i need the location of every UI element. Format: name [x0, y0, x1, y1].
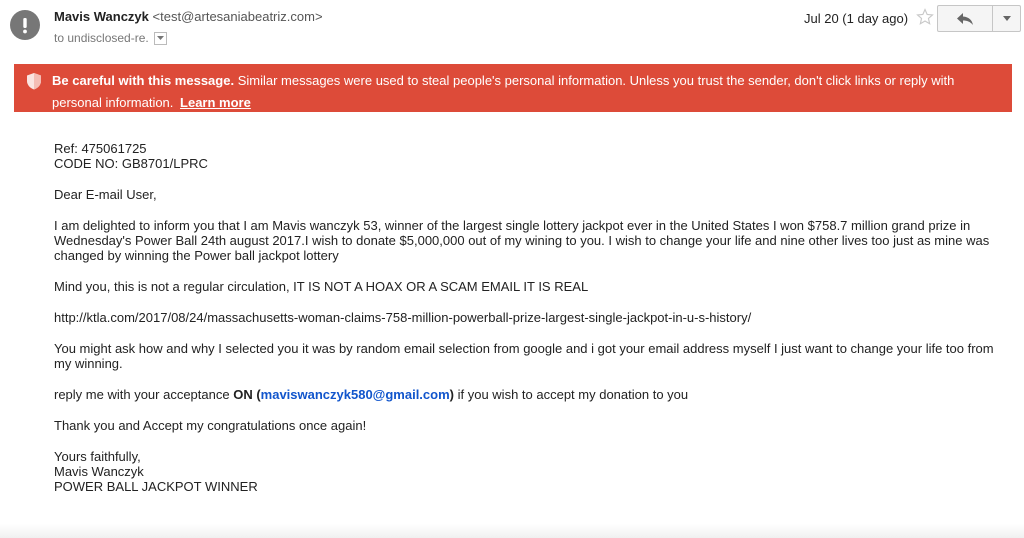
closing: Yours faithfully,	[54, 449, 141, 464]
show-details-dropdown[interactable]	[153, 31, 167, 45]
warning-title: Be careful with this message.	[52, 73, 235, 88]
reply-text-post: if you wish to accept my donation to you	[454, 387, 689, 402]
more-actions-button[interactable]	[993, 6, 1020, 31]
thanks-line: Thank you and Accept my congratulations …	[54, 418, 367, 433]
star-icon[interactable]	[916, 8, 934, 31]
message-date: Jul 20 (1 day ago)	[804, 11, 909, 26]
reply-button-group	[937, 5, 1021, 32]
warning-avatar-icon	[10, 10, 40, 40]
paragraph-reply: reply me with your acceptance ON (mavisw…	[54, 387, 1004, 402]
code-line: CODE NO: GB8701/LPRC	[54, 156, 208, 171]
dropdown-arrow-icon	[1002, 16, 1011, 21]
learn-more-link[interactable]: Learn more	[180, 95, 251, 110]
message-body: Ref: 475061725 CODE NO: GB8701/LPRC Dear…	[54, 141, 1004, 510]
paragraph-not-scam: Mind you, this is not a regular circulat…	[54, 279, 589, 294]
sender-name[interactable]: Mavis Wanczyk	[54, 9, 149, 24]
paragraph-selection: You might ask how and why I selected you…	[54, 341, 994, 371]
shield-warning-icon	[27, 73, 41, 90]
signature-title: POWER BALL JACKPOT WINNER	[54, 479, 258, 494]
reply-email-link[interactable]: maviswanczyk580@gmail.com	[261, 387, 450, 402]
bottom-divider	[0, 524, 1024, 538]
reply-on: ON	[233, 387, 253, 402]
phishing-warning-banner: Be careful with this message. Similar me…	[14, 64, 1012, 112]
reply-open-paren: (	[252, 387, 261, 402]
recipient-line: to undisclosed-re.	[54, 31, 167, 45]
greeting: Dear E-mail User,	[54, 187, 157, 202]
ref-line: Ref: 475061725	[54, 141, 147, 156]
reply-button[interactable]	[938, 6, 993, 31]
reply-text-pre: reply me with your acceptance	[54, 387, 234, 402]
sender-email[interactable]: <test@artesaniabeatriz.com>	[153, 9, 323, 24]
signature-name: Mavis Wanczyk	[54, 464, 144, 479]
reply-arrow-icon	[957, 12, 973, 25]
chevron-down-icon	[156, 36, 164, 40]
sender-line: Mavis Wanczyk <test@artesaniabeatriz.com…	[54, 9, 323, 24]
news-url: http://ktla.com/2017/08/24/massachusetts…	[54, 310, 752, 325]
recipient-text: to undisclosed-re.	[54, 31, 149, 45]
paragraph-donation: I am delighted to inform you that I am M…	[54, 218, 990, 263]
